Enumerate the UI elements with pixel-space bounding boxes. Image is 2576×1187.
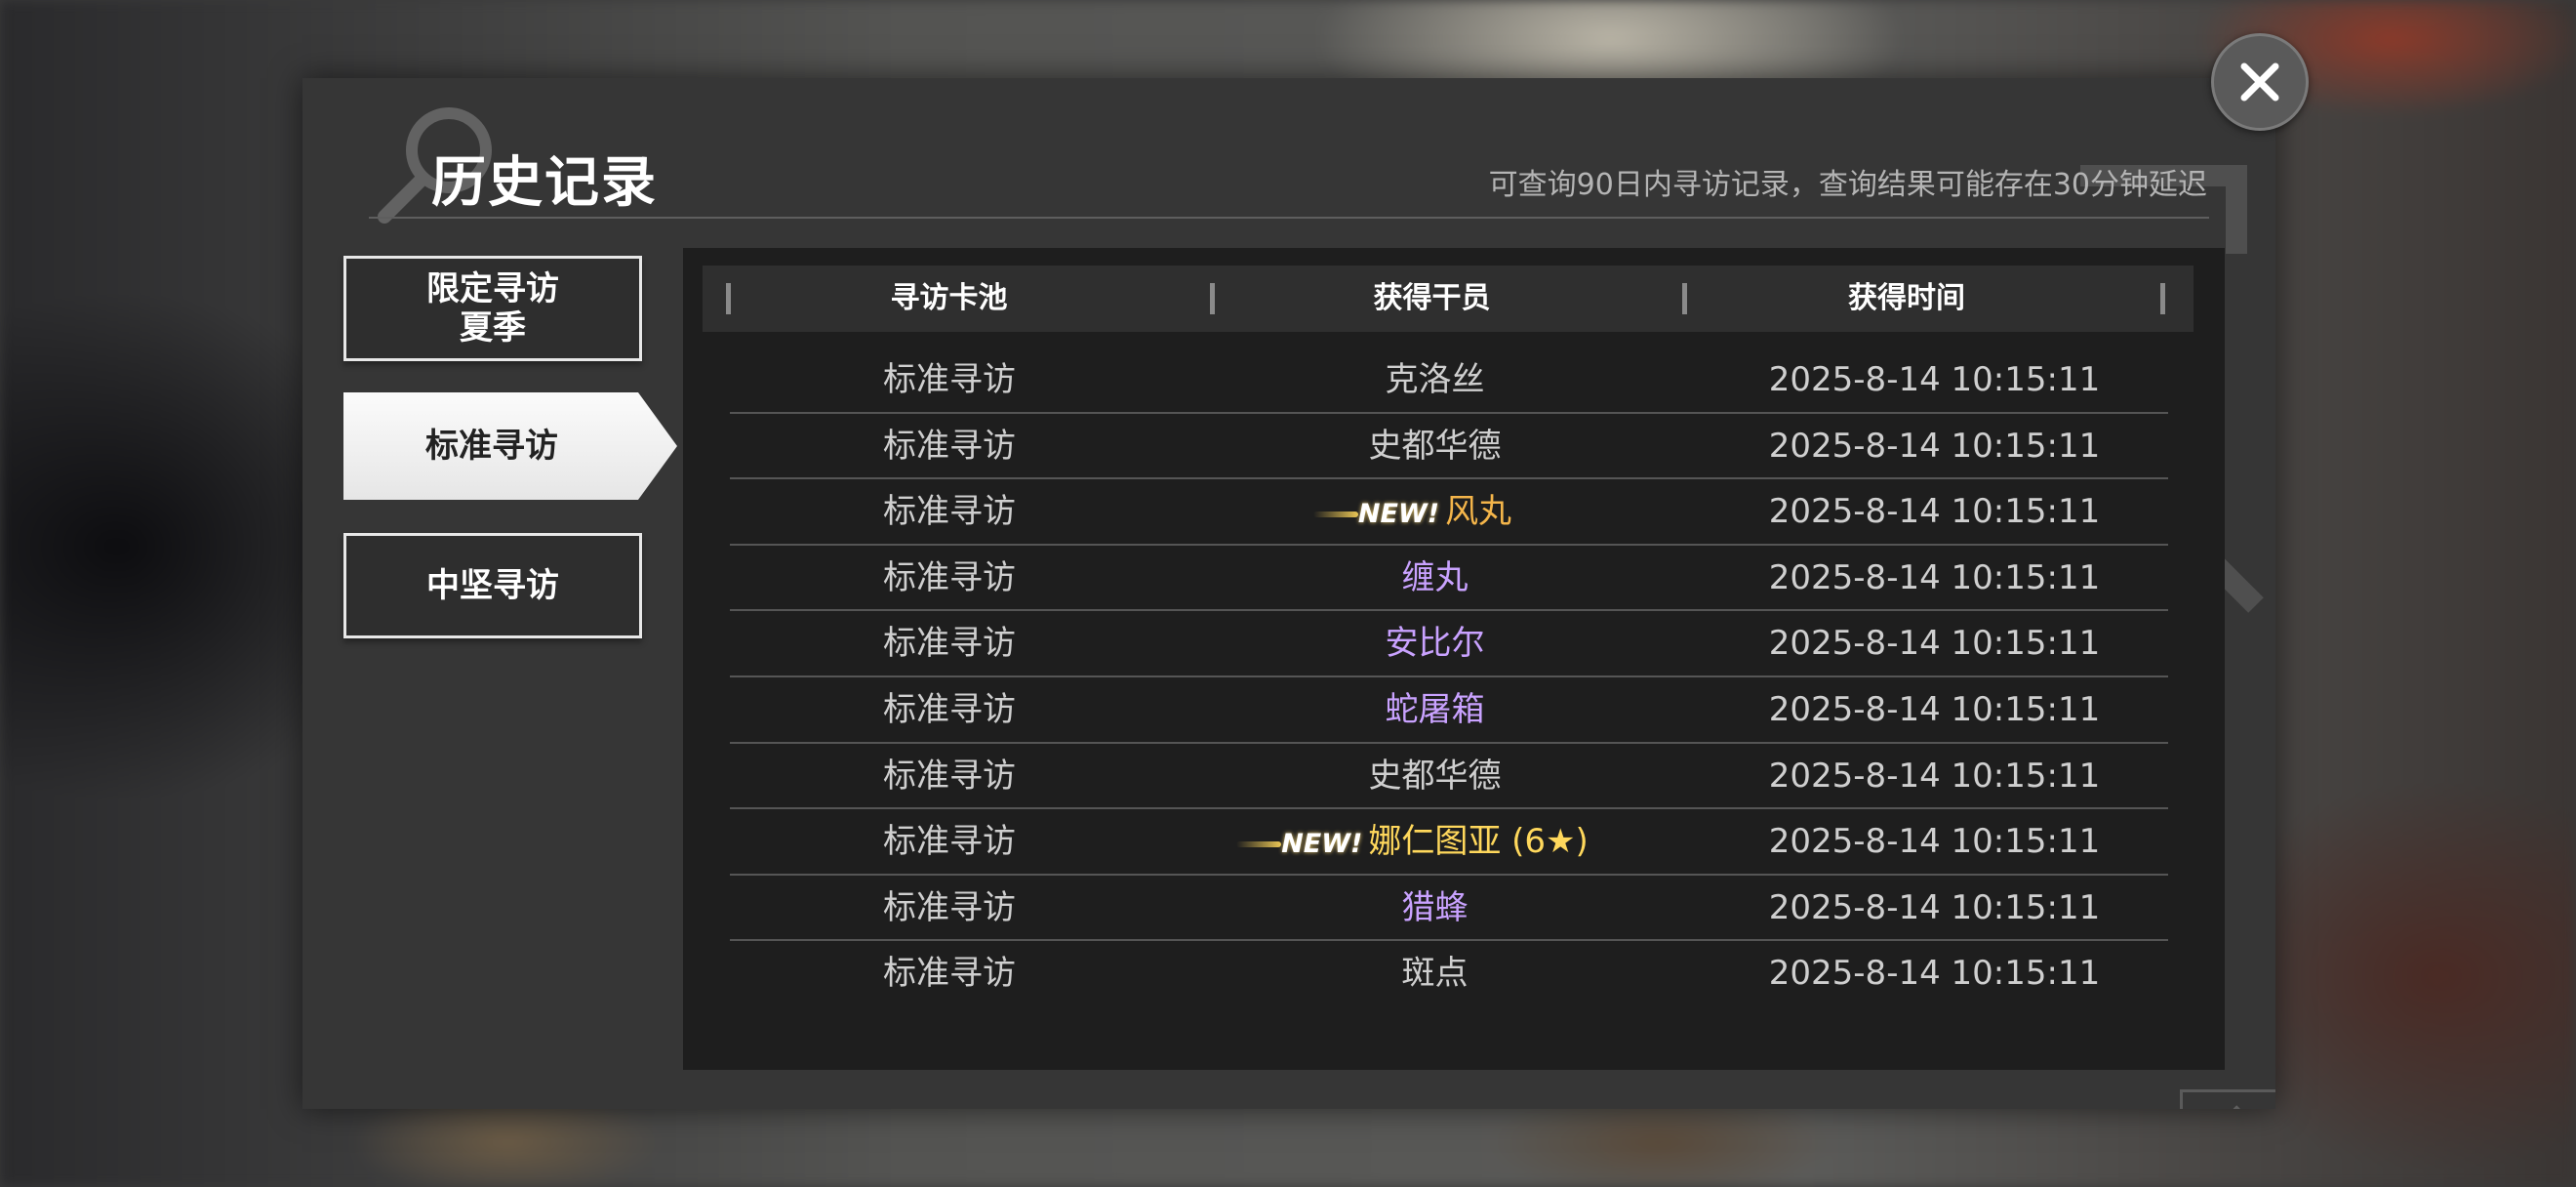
cell-pool: 标准寻访: [883, 756, 1016, 796]
table-row: 标准寻访 NEW! 风丸 2025-8-14 10:15:11: [730, 479, 2168, 546]
tab-limited-sublabel: 夏季: [460, 308, 526, 348]
operator-name: 蛇屠箱: [1385, 689, 1485, 729]
title-divider: [369, 217, 2209, 219]
table-header: 寻访卡池 获得干员 获得时间: [703, 266, 2194, 332]
operator-name: 安比尔: [1385, 624, 1485, 664]
history-table: 寻访卡池 获得干员 获得时间 标准寻访 克洛丝 2025-8-14 10:15:11…: [683, 248, 2275, 1109]
operator-name: 史都华德: [1368, 756, 1502, 796]
column-header-time: 获得时间: [1848, 281, 1965, 315]
column-header-pool: 寻访卡池: [890, 281, 1008, 315]
cell-time: 2025-8-14 10:15:11: [1768, 624, 2101, 664]
cell-pool: 标准寻访: [883, 954, 1016, 994]
close-button[interactable]: [2211, 33, 2309, 131]
table-row: 标准寻访 克洛丝 2025-8-14 10:15:11: [730, 348, 2168, 414]
cell-time: 2025-8-14 10:15:11: [1768, 756, 2101, 796]
cell-operator: 缠丸: [1169, 546, 1701, 610]
table-body: 标准寻访 克洛丝 2025-8-14 10:15:11 标准寻访 史都华德 2025-8-…: [730, 348, 2168, 1007]
table-row: 标准寻访 斑点 2025-8-14 10:15:11: [730, 941, 2168, 1007]
operator-name: 斑点: [1401, 954, 1469, 994]
cell-pool: 标准寻访: [883, 426, 1016, 466]
cell-time: 2025-8-14 10:15:11: [1768, 689, 2101, 729]
table-row: 标准寻访 史都华德 2025-8-14 10:15:11: [730, 414, 2168, 480]
table-row: 标准寻访 史都华德 2025-8-14 10:15:11: [730, 744, 2168, 810]
table-row: 标准寻访 NEW! 娜仁图亚 (6★) 2025-8-14 10:15:11: [730, 809, 2168, 876]
tab-veteran[interactable]: 中坚寻访: [343, 533, 642, 638]
cell-time: 2025-8-14 10:15:11: [1768, 492, 2101, 532]
cell-pool: 标准寻访: [883, 822, 1016, 862]
cell-operator: 蛇屠箱: [1169, 677, 1701, 742]
cell-time: 2025-8-14 10:15:11: [1768, 557, 2101, 597]
table-row: 标准寻访 安比尔 2025-8-14 10:15:11: [730, 611, 2168, 677]
cell-time: 2025-8-14 10:15:11: [1768, 426, 2101, 466]
cell-operator: 史都华德: [1169, 414, 1701, 478]
cell-operator: 猎蜂: [1169, 876, 1701, 940]
cell-time: 2025-8-14 10:15:11: [1768, 954, 2101, 994]
operator-name: 风丸: [1445, 492, 1512, 532]
prev-page-button[interactable]: [2180, 1089, 2275, 1109]
column-header-operator: 获得干员: [1373, 281, 1491, 315]
cell-operator: 克洛丝: [1169, 348, 1701, 412]
cell-pool: 标准寻访: [883, 689, 1016, 729]
tab-limited-label: 限定寻访: [426, 268, 559, 308]
cell-operator: 史都华德: [1169, 744, 1701, 808]
close-icon: [2240, 62, 2279, 102]
operator-name: 缠丸: [1401, 557, 1469, 597]
operator-name: 克洛丝: [1385, 360, 1485, 399]
tab-veteran-label: 中坚寻访: [426, 565, 559, 605]
tab-standard-label: 标准寻访: [425, 426, 558, 466]
tab-limited-summer[interactable]: 限定寻访 夏季: [343, 256, 642, 361]
cell-time: 2025-8-14 10:15:11: [1768, 887, 2101, 927]
operator-name: 娜仁图亚 (6★): [1368, 822, 1589, 862]
operator-name: 史都华德: [1368, 426, 1502, 466]
cell-time: 2025-8-14 10:15:11: [1768, 822, 2101, 862]
table-row: 标准寻访 缠丸 2025-8-14 10:15:11: [730, 546, 2168, 612]
table-row: 标准寻访 蛇屠箱 2025-8-14 10:15:11: [730, 677, 2168, 744]
cell-operator: 斑点: [1169, 941, 1701, 1005]
tab-standard[interactable]: 标准寻访: [343, 392, 677, 500]
history-dialog: 历史记录 可查询90日内寻访记录，查询结果可能存在30分钟延迟 限定寻访 夏季 …: [302, 78, 2275, 1109]
cell-pool: 标准寻访: [883, 360, 1016, 399]
chevron-left-icon: [2233, 1105, 2240, 1109]
operator-name: 猎蜂: [1401, 887, 1469, 927]
table-row: 标准寻访 猎蜂 2025-8-14 10:15:11: [730, 876, 2168, 942]
cell-operator: NEW! 娜仁图亚 (6★): [1169, 809, 1701, 874]
cell-operator: 安比尔: [1169, 611, 1701, 675]
cell-time: 2025-8-14 10:15:11: [1768, 360, 2101, 399]
query-notice: 可查询90日内寻访记录，查询结果可能存在30分钟延迟: [1488, 168, 2207, 202]
header-separator: [2160, 283, 2165, 314]
cell-pool: 标准寻访: [883, 887, 1016, 927]
cell-operator: NEW! 风丸: [1169, 479, 1701, 544]
new-badge: NEW!: [1312, 482, 1439, 547]
new-badge: NEW!: [1236, 812, 1362, 877]
cell-pool: 标准寻访: [883, 624, 1016, 664]
cell-pool: 标准寻访: [883, 557, 1016, 597]
page-title: 历史记录: [431, 151, 658, 215]
cell-pool: 标准寻访: [883, 492, 1016, 532]
